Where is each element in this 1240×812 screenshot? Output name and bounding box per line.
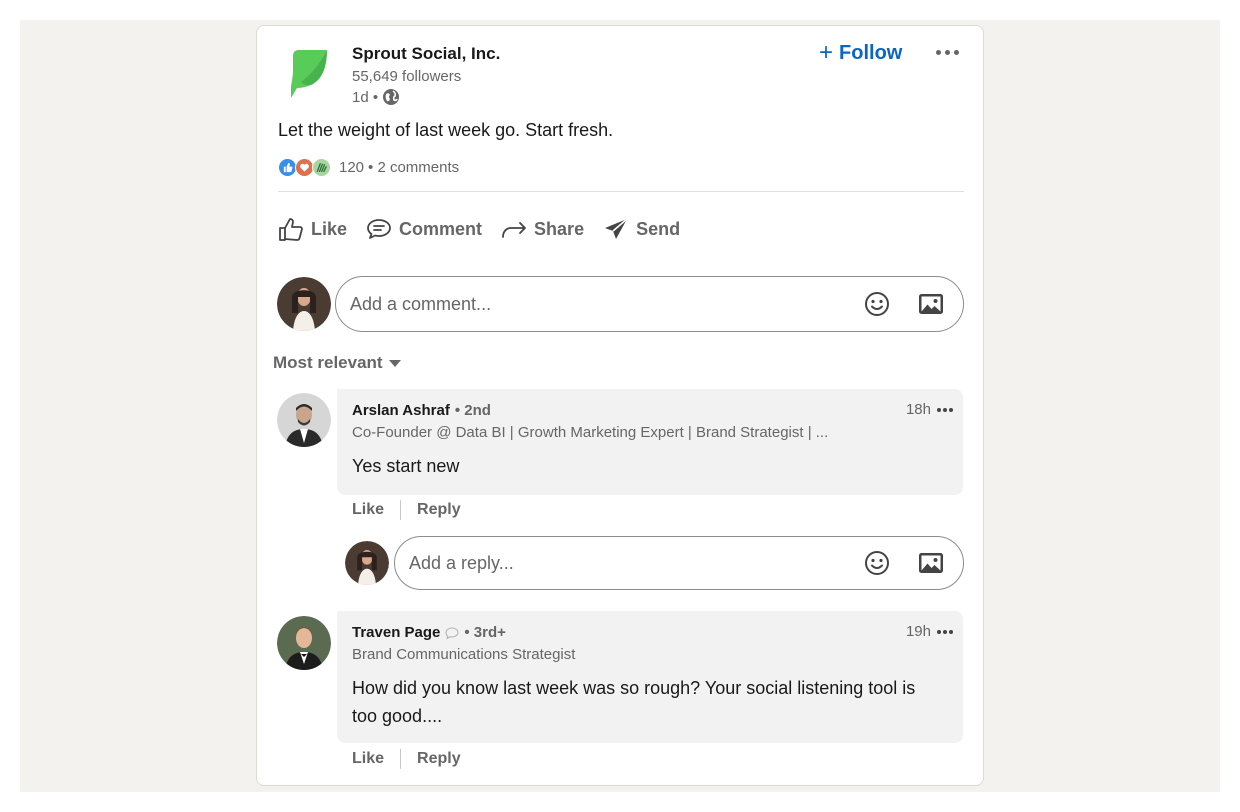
divider bbox=[400, 500, 402, 520]
more-dots-icon bbox=[937, 407, 941, 412]
commenter-name[interactable]: Traven Page bbox=[352, 624, 440, 641]
divider bbox=[278, 191, 964, 192]
commenter-headline: Brand Communications Strategist bbox=[352, 646, 576, 663]
plus-icon: + bbox=[819, 39, 834, 66]
emoji-icon[interactable] bbox=[863, 549, 891, 577]
emoji-icon[interactable] bbox=[863, 290, 891, 318]
connection-degree: • 2nd bbox=[454, 402, 491, 419]
comment-icon bbox=[367, 219, 391, 239]
comment-like-button[interactable]: Like bbox=[352, 501, 384, 519]
comment-bubble: Arslan Ashraf • 2nd 18h Co-Founder @ Dat… bbox=[337, 389, 963, 495]
comment-input[interactable]: Add a comment... bbox=[335, 276, 964, 332]
comment-text: Yes start new bbox=[352, 456, 460, 476]
comment-text: How did you know last week was so rough?… bbox=[352, 678, 916, 726]
post-age: 1d • bbox=[352, 88, 379, 106]
connection-degree: • 3rd+ bbox=[464, 624, 506, 641]
comment-bubble: Traven Page • 3rd+ 19h Brand Communicati… bbox=[337, 611, 963, 743]
comments-count[interactable]: • 2 comments bbox=[368, 159, 459, 176]
post-card: Sprout Social, Inc. 55,649 followers 1d … bbox=[256, 25, 984, 786]
follow-button[interactable]: + Follow bbox=[819, 40, 902, 66]
commenter-avatar[interactable] bbox=[277, 393, 331, 447]
thumbs-up-icon bbox=[279, 218, 303, 241]
social-counts[interactable]: 120 • 2 comments bbox=[278, 158, 459, 177]
image-icon[interactable] bbox=[917, 549, 945, 577]
comment-time: 18h bbox=[905, 401, 931, 418]
sort-dropdown[interactable]: Most relevant bbox=[273, 353, 401, 373]
commenter-headline: Co-Founder @ Data BI | Growth Marketing … bbox=[352, 424, 829, 441]
send-label: Send bbox=[636, 218, 681, 239]
sprout-social-logo[interactable] bbox=[287, 46, 331, 98]
comment-time-row: 18h bbox=[906, 401, 953, 418]
more-dots-icon bbox=[937, 629, 941, 634]
share-arrow-icon bbox=[502, 222, 526, 238]
caret-down-icon bbox=[388, 359, 401, 367]
current-user-avatar[interactable] bbox=[277, 277, 331, 331]
comment-reply-button[interactable]: Reply bbox=[417, 750, 461, 768]
send-button[interactable]: Send bbox=[602, 215, 680, 243]
divider bbox=[400, 749, 402, 769]
more-dots-icon bbox=[935, 49, 941, 55]
commenter-name[interactable]: Arslan Ashraf bbox=[352, 402, 450, 419]
current-user-avatar[interactable] bbox=[345, 541, 389, 585]
share-button[interactable]: Share bbox=[500, 215, 584, 243]
comment-actions: Like Reply bbox=[352, 749, 461, 769]
send-plane-icon bbox=[605, 218, 628, 239]
comment-like-button[interactable]: Like bbox=[352, 750, 384, 768]
company-name[interactable]: Sprout Social, Inc. bbox=[352, 44, 500, 64]
comment-options-button[interactable] bbox=[937, 629, 953, 634]
comment-actions: Like Reply bbox=[352, 500, 461, 520]
support-reaction-icon bbox=[312, 158, 331, 177]
follower-count: 55,649 followers bbox=[352, 68, 462, 85]
comment-options-button[interactable] bbox=[937, 407, 953, 412]
social-action-bar: Like Comment Share Send bbox=[277, 211, 698, 247]
speech-bubble-icon bbox=[445, 626, 459, 639]
comment-time-row: 19h bbox=[906, 623, 953, 640]
post-meta: 1d • bbox=[352, 88, 400, 106]
reply-input[interactable]: Add a reply... bbox=[394, 536, 964, 590]
globe-icon bbox=[383, 89, 400, 105]
reaction-count: 120 bbox=[339, 159, 365, 176]
follow-label: Follow bbox=[839, 41, 903, 64]
comment-placeholder: Add a comment... bbox=[350, 293, 492, 314]
like-label: Like bbox=[311, 218, 348, 239]
commenter-avatar[interactable] bbox=[277, 616, 331, 670]
post-text: Let the weight of last week go. Start fr… bbox=[278, 120, 614, 140]
comment-label: Comment bbox=[399, 218, 483, 239]
image-icon[interactable] bbox=[917, 290, 945, 318]
sort-label: Most relevant bbox=[273, 353, 383, 372]
reply-placeholder: Add a reply... bbox=[409, 552, 514, 573]
comment-time: 19h bbox=[905, 623, 931, 640]
like-button[interactable]: Like bbox=[277, 215, 347, 243]
share-label: Share bbox=[534, 218, 585, 239]
comment-reply-button[interactable]: Reply bbox=[417, 501, 461, 519]
post-options-button[interactable] bbox=[931, 40, 963, 64]
comment-button[interactable]: Comment bbox=[365, 215, 482, 243]
